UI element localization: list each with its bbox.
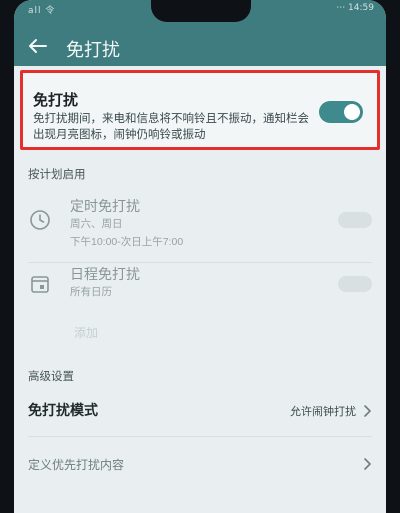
calendar-dnd-title: 日程免打扰 [70,266,140,282]
section-advanced-label: 高级设置 [28,371,74,383]
clock-icon [28,208,52,232]
dnd-toggle[interactable] [319,101,363,123]
chevron-right-icon [362,456,372,470]
priority-interruptions-title: 定义优先打扰内容 [28,458,125,472]
calendar-icon [28,272,52,296]
dnd-toggle-row[interactable]: 免打扰 免打扰期间，来电和信息将不响铃且不振动，通知栏会出现月亮图标，闹钟仍响铃… [20,70,380,150]
settings-content: 免打扰 免打扰期间，来电和信息将不响铃且不振动，通知栏会出现月亮图标，闹钟仍响铃… [14,66,386,513]
timed-dnd-hours: 下午10:00-次日上午7:00 [70,236,184,248]
calendar-dnd-row[interactable]: 日程免打扰 所有日历 [14,264,386,314]
phone-frame: all 令 ⋯ 14:59 免打扰 免打扰 免打扰期间，来电和信息将不响铃且不振… [0,0,400,513]
calendar-dnd-switch[interactable] [338,276,372,292]
timed-dnd-title: 定时免打扰 [70,198,140,214]
timed-dnd-switch[interactable] [338,212,372,228]
chevron-right-icon [362,403,372,417]
status-right: ⋯ 14:59 [336,3,374,13]
section-scheduled-label: 按计划启用 [28,169,86,181]
add-schedule-button[interactable]: 添加 [74,324,98,341]
divider [28,262,372,263]
page-title: 免打扰 [66,40,120,60]
timed-dnd-days: 周六、周日 [70,218,123,230]
priority-interruptions-row[interactable]: 定义优先打扰内容 [14,446,386,482]
timed-dnd-row[interactable]: 定时免打扰 周六、周日 下午10:00-次日上午7:00 [14,190,386,260]
top-app-bar: all 令 ⋯ 14:59 免打扰 [14,0,386,66]
camera-notch [151,0,251,22]
dnd-mode-title: 免打扰模式 [28,402,98,418]
dnd-mode-value: 允许闹钟打扰 [290,406,356,418]
dnd-title: 免打扰 [33,92,79,109]
arrow-left-icon [29,39,47,53]
divider [28,436,372,437]
calendar-dnd-sub: 所有日历 [70,286,112,298]
dnd-description: 免打扰期间，来电和信息将不响铃且不振动，通知栏会出现月亮图标，闹钟仍响铃或振动 [33,113,309,141]
dnd-mode-row[interactable]: 免打扰模式 允许闹钟打扰 [14,392,386,432]
back-button[interactable] [26,36,50,56]
screen: all 令 ⋯ 14:59 免打扰 免打扰 免打扰期间，来电和信息将不响铃且不振… [14,0,386,513]
status-left: all 令 [28,6,56,16]
toggle-knob [344,104,360,120]
